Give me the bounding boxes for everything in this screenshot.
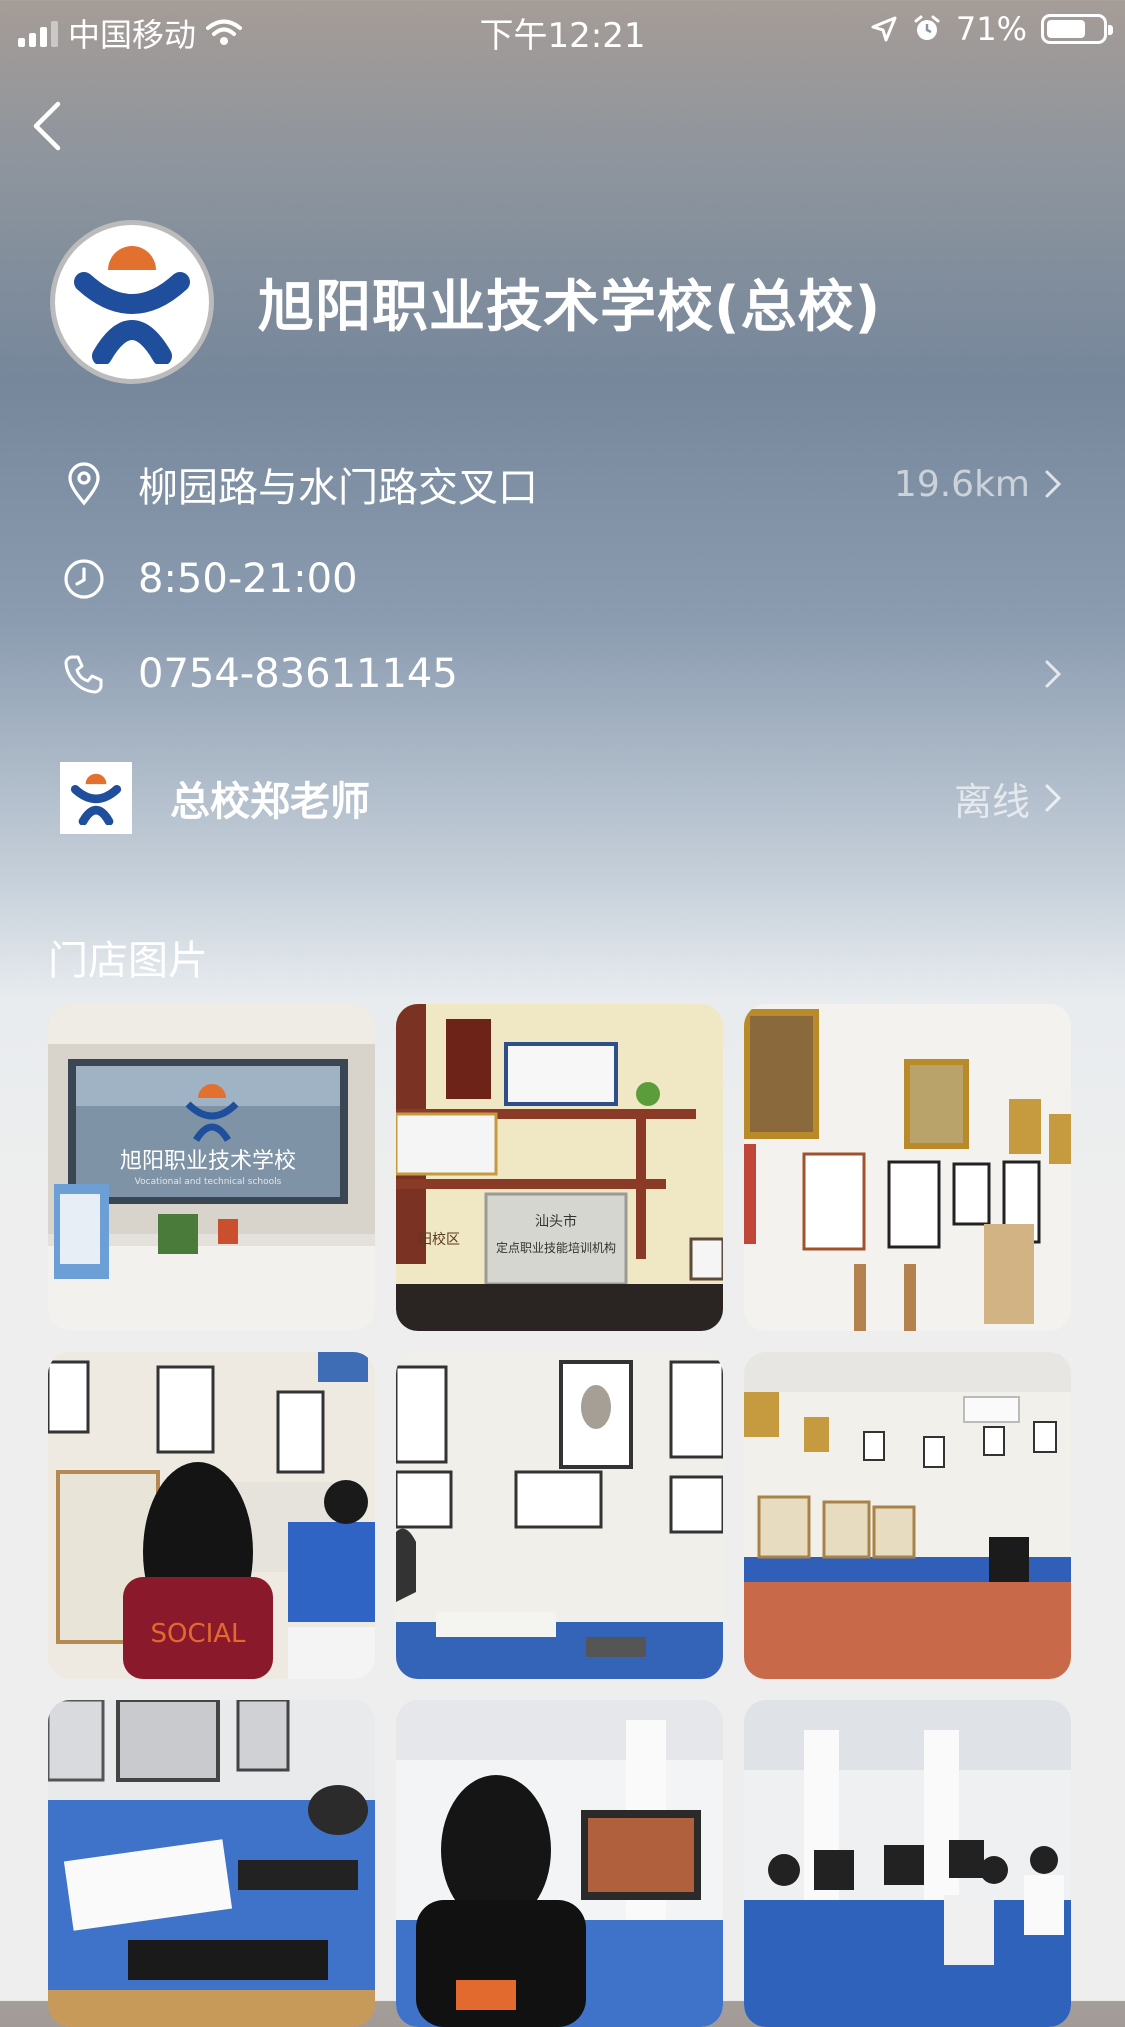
location-arrow-icon <box>871 16 897 42</box>
status-bar: 中国移动 下午12:21 71% <box>0 0 1125 60</box>
store-header: 旭阳职业技术学校(总校) <box>50 220 881 384</box>
hours-text: 8:50-21:00 <box>138 556 358 602</box>
photos-section-title: 门店图片 <box>48 938 208 984</box>
photo-grid: 旭阳职业技术学校 Vocational and technical school… <box>48 1004 1071 2027</box>
chevron-right-icon <box>1045 470 1062 498</box>
store-photo[interactable] <box>744 1700 1071 2027</box>
sign-text: 旭阳职业技术学校 <box>120 1149 296 1174</box>
alarm-icon <box>914 15 940 40</box>
store-photo[interactable] <box>396 1352 723 1679</box>
address-text: 柳园路与水门路交叉口 <box>138 465 538 511</box>
contact-avatar <box>60 762 132 834</box>
sign-subtext: Vocational and technical schools <box>135 1177 282 1187</box>
store-photo[interactable]: 汕头市 定点职业技能培训机构 阳校区 <box>396 1004 723 1331</box>
store-photo[interactable] <box>48 1700 375 2027</box>
phone-text: 0754-83611145 <box>138 651 458 697</box>
chevron-right-icon <box>1045 660 1062 688</box>
back-button[interactable] <box>26 96 70 156</box>
school-logo <box>50 220 214 384</box>
store-photo[interactable] <box>396 1700 723 2027</box>
contact-status: 离线 <box>953 779 1030 824</box>
clock-icon <box>62 557 106 601</box>
store-photo[interactable]: SOCIAL <box>48 1352 375 1679</box>
store-photo[interactable] <box>744 1352 1071 1679</box>
hours-row: 8:50-21:00 <box>62 549 1062 609</box>
plaque-title: 汕头市 <box>535 1213 577 1230</box>
store-photo[interactable]: 旭阳职业技术学校 Vocational and technical school… <box>48 1004 375 1331</box>
location-pin-icon <box>62 462 106 506</box>
battery-percent: 71% <box>955 10 1027 48</box>
distance-text: 19.6km <box>893 463 1030 505</box>
contact-row[interactable]: 总校郑老师 离线 <box>60 762 1062 834</box>
plaque-left-text: 阳校区 <box>418 1231 460 1248</box>
contact-name: 总校郑老师 <box>170 779 370 825</box>
store-photo[interactable] <box>744 1004 1071 1331</box>
battery-icon <box>1041 14 1113 44</box>
address-row[interactable]: 柳园路与水门路交叉口 19.6km <box>62 454 1062 514</box>
plaque-text: 定点职业技能培训机构 <box>496 1240 616 1255</box>
phone-row[interactable]: 0754-83611145 <box>62 644 1062 704</box>
shirt-text: SOCIAL <box>150 1619 246 1649</box>
chevron-right-icon <box>1045 784 1062 812</box>
store-name: 旭阳职业技术学校(总校) <box>258 274 882 340</box>
phone-icon <box>62 652 106 696</box>
